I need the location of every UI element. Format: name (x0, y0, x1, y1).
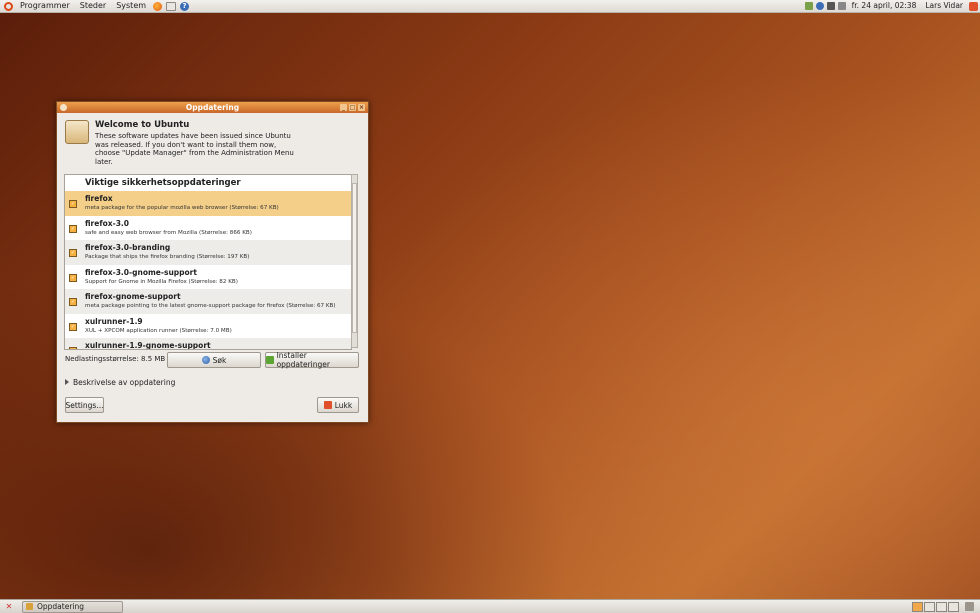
list-item[interactable]: ✓ xulrunner-1.9 XUL + XPCOM application … (65, 314, 351, 339)
update-checkbox[interactable]: ✓ (69, 347, 77, 349)
list-item[interactable]: ✓ firefox-3.0-gnome-support Support for … (65, 265, 351, 290)
close-button[interactable]: Lukk (317, 397, 359, 413)
package-name: firefox-gnome-support (85, 292, 181, 301)
update-checkbox[interactable]: ✓ (69, 273, 77, 282)
window-titlebar[interactable]: Oppdatering _ □ × (57, 102, 368, 113)
list-item[interactable]: ✓ firefox-3.0-branding Package that ship… (65, 240, 351, 265)
download-size: Nedlastingsstørrelse: 8.5 MB (65, 355, 166, 363)
firefox-launcher-icon[interactable] (153, 1, 163, 11)
power-icon[interactable] (969, 1, 978, 11)
package-desc: Support for Gnome in Mozilla Firefox (St… (85, 278, 238, 285)
minimize-icon[interactable]: _ (340, 104, 347, 111)
package-desc: safe and easy web browser from Mozilla (… (85, 229, 252, 236)
network-icon[interactable] (826, 2, 835, 10)
close-button-label: Lukk (334, 400, 353, 410)
menu-applications[interactable]: Programmer (15, 0, 75, 12)
ubuntu-logo-icon[interactable] (4, 1, 13, 11)
update-manager-window: Oppdatering _ □ × Welcome to Ubuntu Thes… (56, 101, 369, 423)
software-update-icon (65, 120, 89, 144)
menu-system[interactable]: System (111, 0, 151, 12)
package-name: xulrunner-1.9 (85, 316, 143, 326)
show-desktop-icon[interactable]: ✕ (4, 602, 14, 611)
expander-label: Beskrivelse av oppdatering (73, 378, 176, 387)
system-tray: fr. 24 april, 02:38 Lars Vidar (804, 0, 980, 12)
update-checkbox[interactable]: ✓ (69, 298, 77, 306)
install-button-label: Installer oppdateringer (276, 351, 330, 369)
close-x-icon (323, 401, 332, 409)
package-name: firefox-3.0-gnome-support (85, 267, 197, 277)
package-name: firefox (85, 194, 113, 203)
taskbar-item-update-manager[interactable]: Oppdatering (22, 600, 123, 613)
refresh-icon (201, 356, 210, 364)
settings-button-label: Settings... (65, 400, 104, 410)
update-list[interactable]: Viktige sikkerhetsoppdateringer ✓ firefo… (64, 174, 352, 350)
workspace-switcher (911, 602, 974, 612)
scrollbar-thumb[interactable] (352, 183, 357, 333)
workspace-2[interactable] (924, 602, 935, 612)
help-launcher-icon[interactable]: ? (180, 1, 190, 11)
list-heading: Viktige sikkerhetsoppdateringer (85, 178, 241, 188)
user-menu[interactable]: Lars Vidar (922, 0, 966, 12)
bottom-panel: ✕ Oppdatering (0, 599, 980, 613)
package-desc: Package that ships the firefox branding … (85, 254, 250, 260)
update-checkbox[interactable]: ✓ (69, 249, 77, 257)
package-desc: meta package pointing to the latest gnom… (85, 303, 336, 309)
package-desc: meta package for the popular mozilla web… (85, 205, 279, 211)
list-item[interactable]: ✓ xulrunner-1.9-gnome-support (65, 338, 351, 350)
settings-button[interactable]: Settings... (65, 397, 104, 413)
list-item[interactable]: ✓ firefox meta package for the popular m… (65, 191, 351, 216)
workspace-4[interactable] (948, 602, 959, 612)
package-name: firefox-3.0-branding (85, 243, 171, 252)
update-checkbox[interactable]: ✓ (69, 224, 77, 233)
list-item[interactable]: ✓ firefox-3.0 safe and easy web browser … (65, 216, 351, 241)
trash-icon[interactable] (965, 602, 974, 611)
volume-icon[interactable] (837, 2, 846, 10)
update-checkbox[interactable]: ✓ (69, 322, 77, 331)
welcome-title: Welcome to Ubuntu (95, 120, 190, 130)
list-scrollbar[interactable] (351, 174, 358, 348)
mail-launcher-icon[interactable] (166, 1, 177, 11)
update-manager-task-icon (26, 603, 33, 610)
workspace-1[interactable] (912, 602, 923, 612)
search-button[interactable]: Søk (167, 352, 261, 368)
expander-arrow-icon (65, 379, 69, 385)
top-panel: Programmer Steder System ? fr. 24 april,… (0, 0, 980, 13)
workspace-3[interactable] (936, 602, 947, 612)
update-checkbox[interactable]: ✓ (69, 200, 77, 208)
package-desc: XUL + XPCOM application runner (Størrels… (85, 327, 232, 334)
checkmark-icon (266, 356, 274, 364)
window-title: Oppdatering (185, 103, 240, 112)
window-menu-icon[interactable] (60, 104, 67, 111)
description-expander[interactable]: Beskrivelse av oppdatering (65, 378, 175, 387)
close-icon[interactable]: × (358, 104, 365, 111)
update-notifier-icon[interactable] (804, 2, 813, 10)
taskbar-item-label: Oppdatering (37, 602, 85, 611)
bluetooth-icon[interactable] (815, 2, 824, 10)
package-name: xulrunner-1.9-gnome-support (85, 341, 211, 350)
window-controls: _ □ × (340, 104, 365, 111)
welcome-text: These software updates have been issued … (95, 132, 294, 167)
list-item[interactable]: ✓ firefox-gnome-support meta package poi… (65, 289, 351, 314)
maximize-icon[interactable]: □ (349, 104, 356, 111)
package-name: firefox-3.0 (85, 218, 129, 228)
menu-places[interactable]: Steder (75, 0, 111, 12)
clock[interactable]: fr. 24 april, 02:38 (849, 0, 920, 12)
install-updates-button[interactable]: Installer oppdateringer (265, 351, 359, 369)
search-button-label: Søk (212, 355, 227, 365)
